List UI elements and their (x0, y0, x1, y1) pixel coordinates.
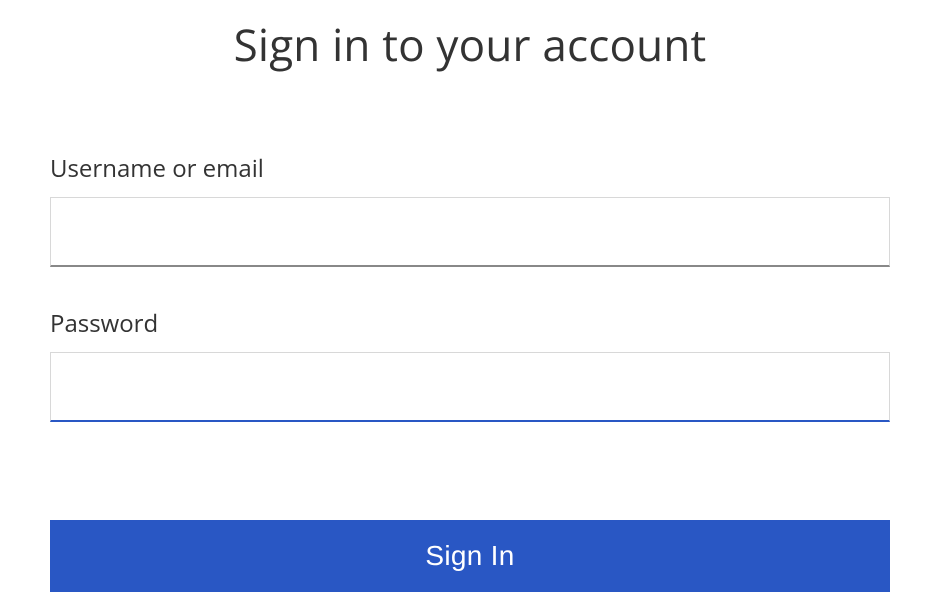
username-group: Username or email (50, 152, 890, 267)
password-input[interactable] (50, 352, 890, 422)
password-label: Password (50, 307, 890, 340)
username-label: Username or email (50, 152, 890, 185)
submit-row: Sign In (50, 520, 890, 592)
page-title: Sign in to your account (50, 14, 890, 74)
sign-in-button[interactable]: Sign In (50, 520, 890, 592)
password-group: Password (50, 307, 890, 422)
username-input[interactable] (50, 197, 890, 267)
login-form-container: Sign in to your account Username or emai… (50, 0, 890, 592)
